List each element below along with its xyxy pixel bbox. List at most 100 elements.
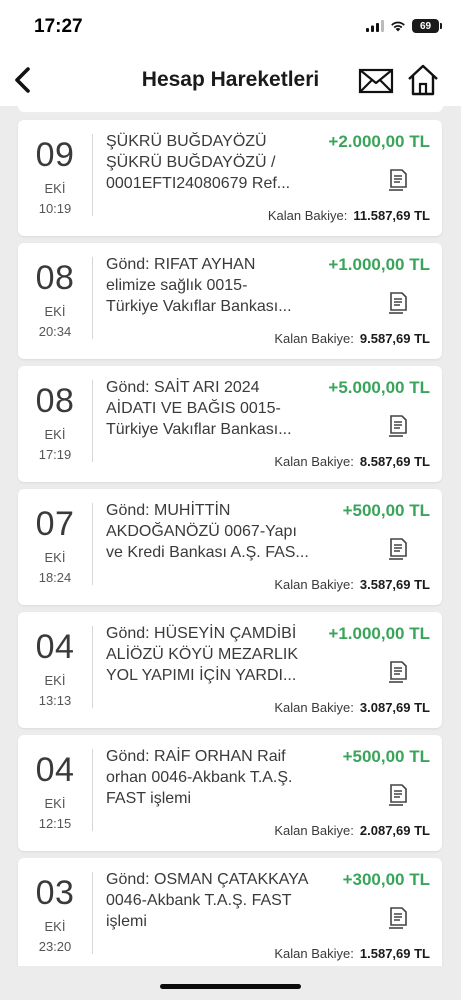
receipt-button[interactable] bbox=[388, 414, 408, 438]
remaining-balance: Kalan Bakiye: 3.587,69 TL bbox=[274, 577, 430, 592]
transaction-card[interactable]: 03 EKİ 23:20 Gönd: OSMAN ÇATAKKAYA 0046-… bbox=[18, 858, 442, 966]
receipt-icon bbox=[389, 661, 407, 683]
transaction-card[interactable]: 04 EKİ 13:13 Gönd: HÜSEYİN ÇAMDİBİ ALİÖZ… bbox=[18, 612, 442, 728]
balance-value: 3.087,69 TL bbox=[359, 700, 430, 715]
description-line: elimize sağlık 0015- bbox=[106, 277, 248, 294]
divider bbox=[92, 380, 93, 462]
transaction-time: 23:20 bbox=[38, 939, 72, 954]
receipt-button[interactable] bbox=[388, 537, 408, 561]
transaction-month: EKİ bbox=[44, 796, 66, 811]
balance-label: Kalan Bakiye: bbox=[274, 577, 354, 592]
transaction-list[interactable]: 09 EKİ 10:19 ŞÜKRÜ BUĞDAYÖZÜ ŞÜKRÜ BUĞDA… bbox=[0, 106, 461, 966]
transaction-month: EKİ bbox=[44, 919, 66, 934]
balance-label: Kalan Bakiye: bbox=[274, 946, 354, 961]
description-line: 0046-Akbank T.A.Ş. FAST bbox=[106, 892, 292, 909]
header: Hesap Hareketleri bbox=[0, 56, 461, 106]
transaction-card[interactable]: 07 EKİ 18:24 Gönd: MUHİTTİN AKDOĞANÖZÜ 0… bbox=[18, 489, 442, 605]
transaction-time: 20:34 bbox=[38, 324, 72, 339]
transaction-amount: +2.000,00 TL bbox=[328, 132, 430, 151]
transaction-amount: +500,00 TL bbox=[342, 501, 430, 520]
balance-label: Kalan Bakiye: bbox=[274, 823, 354, 838]
divider bbox=[92, 503, 93, 585]
description-line: Gönd: MUHİTTİN bbox=[106, 502, 231, 519]
description-line: Türkiye Vakıflar Bankası... bbox=[106, 298, 292, 315]
battery-icon: 69 bbox=[412, 19, 442, 33]
mail-button[interactable] bbox=[358, 66, 394, 96]
divider bbox=[92, 749, 93, 831]
transaction-month: EKİ bbox=[44, 304, 66, 319]
transaction-amount: +500,00 TL bbox=[342, 747, 430, 766]
description-line: orhan 0046-Akbank T.A.Ş. bbox=[106, 769, 293, 786]
transaction-month: EKİ bbox=[44, 427, 66, 442]
receipt-icon bbox=[389, 169, 407, 191]
transaction-month: EKİ bbox=[44, 550, 66, 565]
transaction-card[interactable]: 04 EKİ 12:15 Gönd: RAİF ORHAN Raif orhan… bbox=[18, 735, 442, 851]
description-line: AİDATI VE BAĞIS 0015- bbox=[106, 400, 281, 417]
transaction-time: 12:15 bbox=[38, 816, 72, 831]
transaction-description: Gönd: MUHİTTİN AKDOĞANÖZÜ 0067-Yapı ve K… bbox=[106, 500, 318, 563]
transaction-month: EKİ bbox=[44, 181, 66, 196]
transaction-amount: +5.000,00 TL bbox=[328, 378, 430, 397]
remaining-balance: Kalan Bakiye: 3.087,69 TL bbox=[274, 700, 430, 715]
description-line: YOL YAPIMI İÇİN YARDI... bbox=[106, 667, 297, 684]
description-line: ŞÜKRÜ BUĞDAYÖZÜ bbox=[106, 133, 267, 150]
transaction-card[interactable]: 09 EKİ 10:19 ŞÜKRÜ BUĞDAYÖZÜ ŞÜKRÜ BUĞDA… bbox=[18, 120, 442, 236]
transaction-date: 08 EKİ 20:34 bbox=[18, 243, 92, 359]
mail-icon bbox=[358, 68, 394, 94]
transaction-date: 09 EKİ 10:19 bbox=[18, 120, 92, 236]
receipt-button[interactable] bbox=[388, 660, 408, 684]
balance-value: 2.087,69 TL bbox=[359, 823, 430, 838]
divider bbox=[92, 872, 93, 954]
transaction-card[interactable]: 08 EKİ 17:19 Gönd: SAİT ARI 2024 AİDATI … bbox=[18, 366, 442, 482]
remaining-balance: Kalan Bakiye: 11.587,69 TL bbox=[268, 208, 430, 223]
description-line: işlemi bbox=[106, 913, 147, 930]
transaction-amount: +1.000,00 TL bbox=[328, 624, 430, 643]
balance-label: Kalan Bakiye: bbox=[267, 208, 348, 223]
transaction-month: EKİ bbox=[44, 673, 66, 688]
transaction-time: 18:24 bbox=[38, 570, 72, 585]
balance-label: Kalan Bakiye: bbox=[274, 331, 354, 346]
remaining-balance: Kalan Bakiye: 8.587,69 TL bbox=[274, 454, 430, 469]
home-button[interactable] bbox=[405, 62, 441, 98]
transaction-date: 03 EKİ 23:20 bbox=[18, 858, 92, 966]
transaction-description: Gönd: OSMAN ÇATAKKAYA 0046-Akbank T.A.Ş.… bbox=[106, 869, 318, 932]
home-indicator[interactable] bbox=[160, 984, 301, 989]
transaction-card[interactable]: 08 EKİ 20:34 Gönd: RIFAT AYHAN elimize s… bbox=[18, 243, 442, 359]
transaction-day: 03 bbox=[35, 874, 75, 912]
transaction-day: 04 bbox=[35, 751, 75, 789]
receipt-button[interactable] bbox=[388, 168, 408, 192]
transaction-day: 08 bbox=[35, 259, 75, 297]
description-line: 0001EFTI24080679 Ref... bbox=[106, 175, 291, 192]
description-line: ve Kredi Bankası A.Ş. FAS... bbox=[106, 544, 309, 561]
balance-value: 3.587,69 TL bbox=[359, 577, 430, 592]
receipt-icon bbox=[389, 415, 407, 437]
remaining-balance: Kalan Bakiye: 1.587,69 TL bbox=[274, 946, 430, 961]
divider bbox=[92, 257, 93, 339]
transaction-time: 17:19 bbox=[38, 447, 72, 462]
receipt-button[interactable] bbox=[388, 906, 408, 930]
previous-card-edge bbox=[18, 106, 443, 112]
receipt-icon bbox=[389, 784, 407, 806]
balance-label: Kalan Bakiye: bbox=[274, 700, 354, 715]
description-line: Türkiye Vakıflar Bankası... bbox=[106, 421, 292, 438]
transaction-description: Gönd: HÜSEYİN ÇAMDİBİ ALİÖZÜ KÖYÜ MEZARL… bbox=[106, 623, 318, 686]
description-line: Gönd: SAİT ARI 2024 bbox=[106, 379, 260, 396]
transaction-description: Gönd: RIFAT AYHAN elimize sağlık 0015- T… bbox=[106, 254, 318, 317]
transaction-date: 08 EKİ 17:19 bbox=[18, 366, 92, 482]
remaining-balance: Kalan Bakiye: 2.087,69 TL bbox=[274, 823, 430, 838]
transaction-day: 07 bbox=[35, 505, 75, 543]
receipt-button[interactable] bbox=[388, 291, 408, 315]
description-line: ALİÖZÜ KÖYÜ MEZARLIK bbox=[106, 646, 299, 663]
description-line: Gönd: OSMAN ÇATAKKAYA bbox=[106, 871, 309, 888]
transaction-description: Gönd: RAİF ORHAN Raif orhan 0046-Akbank … bbox=[106, 746, 318, 809]
status-icons: 69 bbox=[366, 19, 442, 33]
receipt-icon bbox=[389, 907, 407, 929]
receipt-button[interactable] bbox=[388, 783, 408, 807]
transaction-day: 04 bbox=[35, 628, 75, 666]
balance-value: 8.587,69 TL bbox=[359, 454, 430, 469]
description-line: AKDOĞANÖZÜ 0067-Yapı bbox=[106, 523, 297, 540]
transaction-date: 07 EKİ 18:24 bbox=[18, 489, 92, 605]
transaction-date: 04 EKİ 12:15 bbox=[18, 735, 92, 851]
transaction-date: 04 EKİ 13:13 bbox=[18, 612, 92, 728]
receipt-icon bbox=[389, 538, 407, 560]
